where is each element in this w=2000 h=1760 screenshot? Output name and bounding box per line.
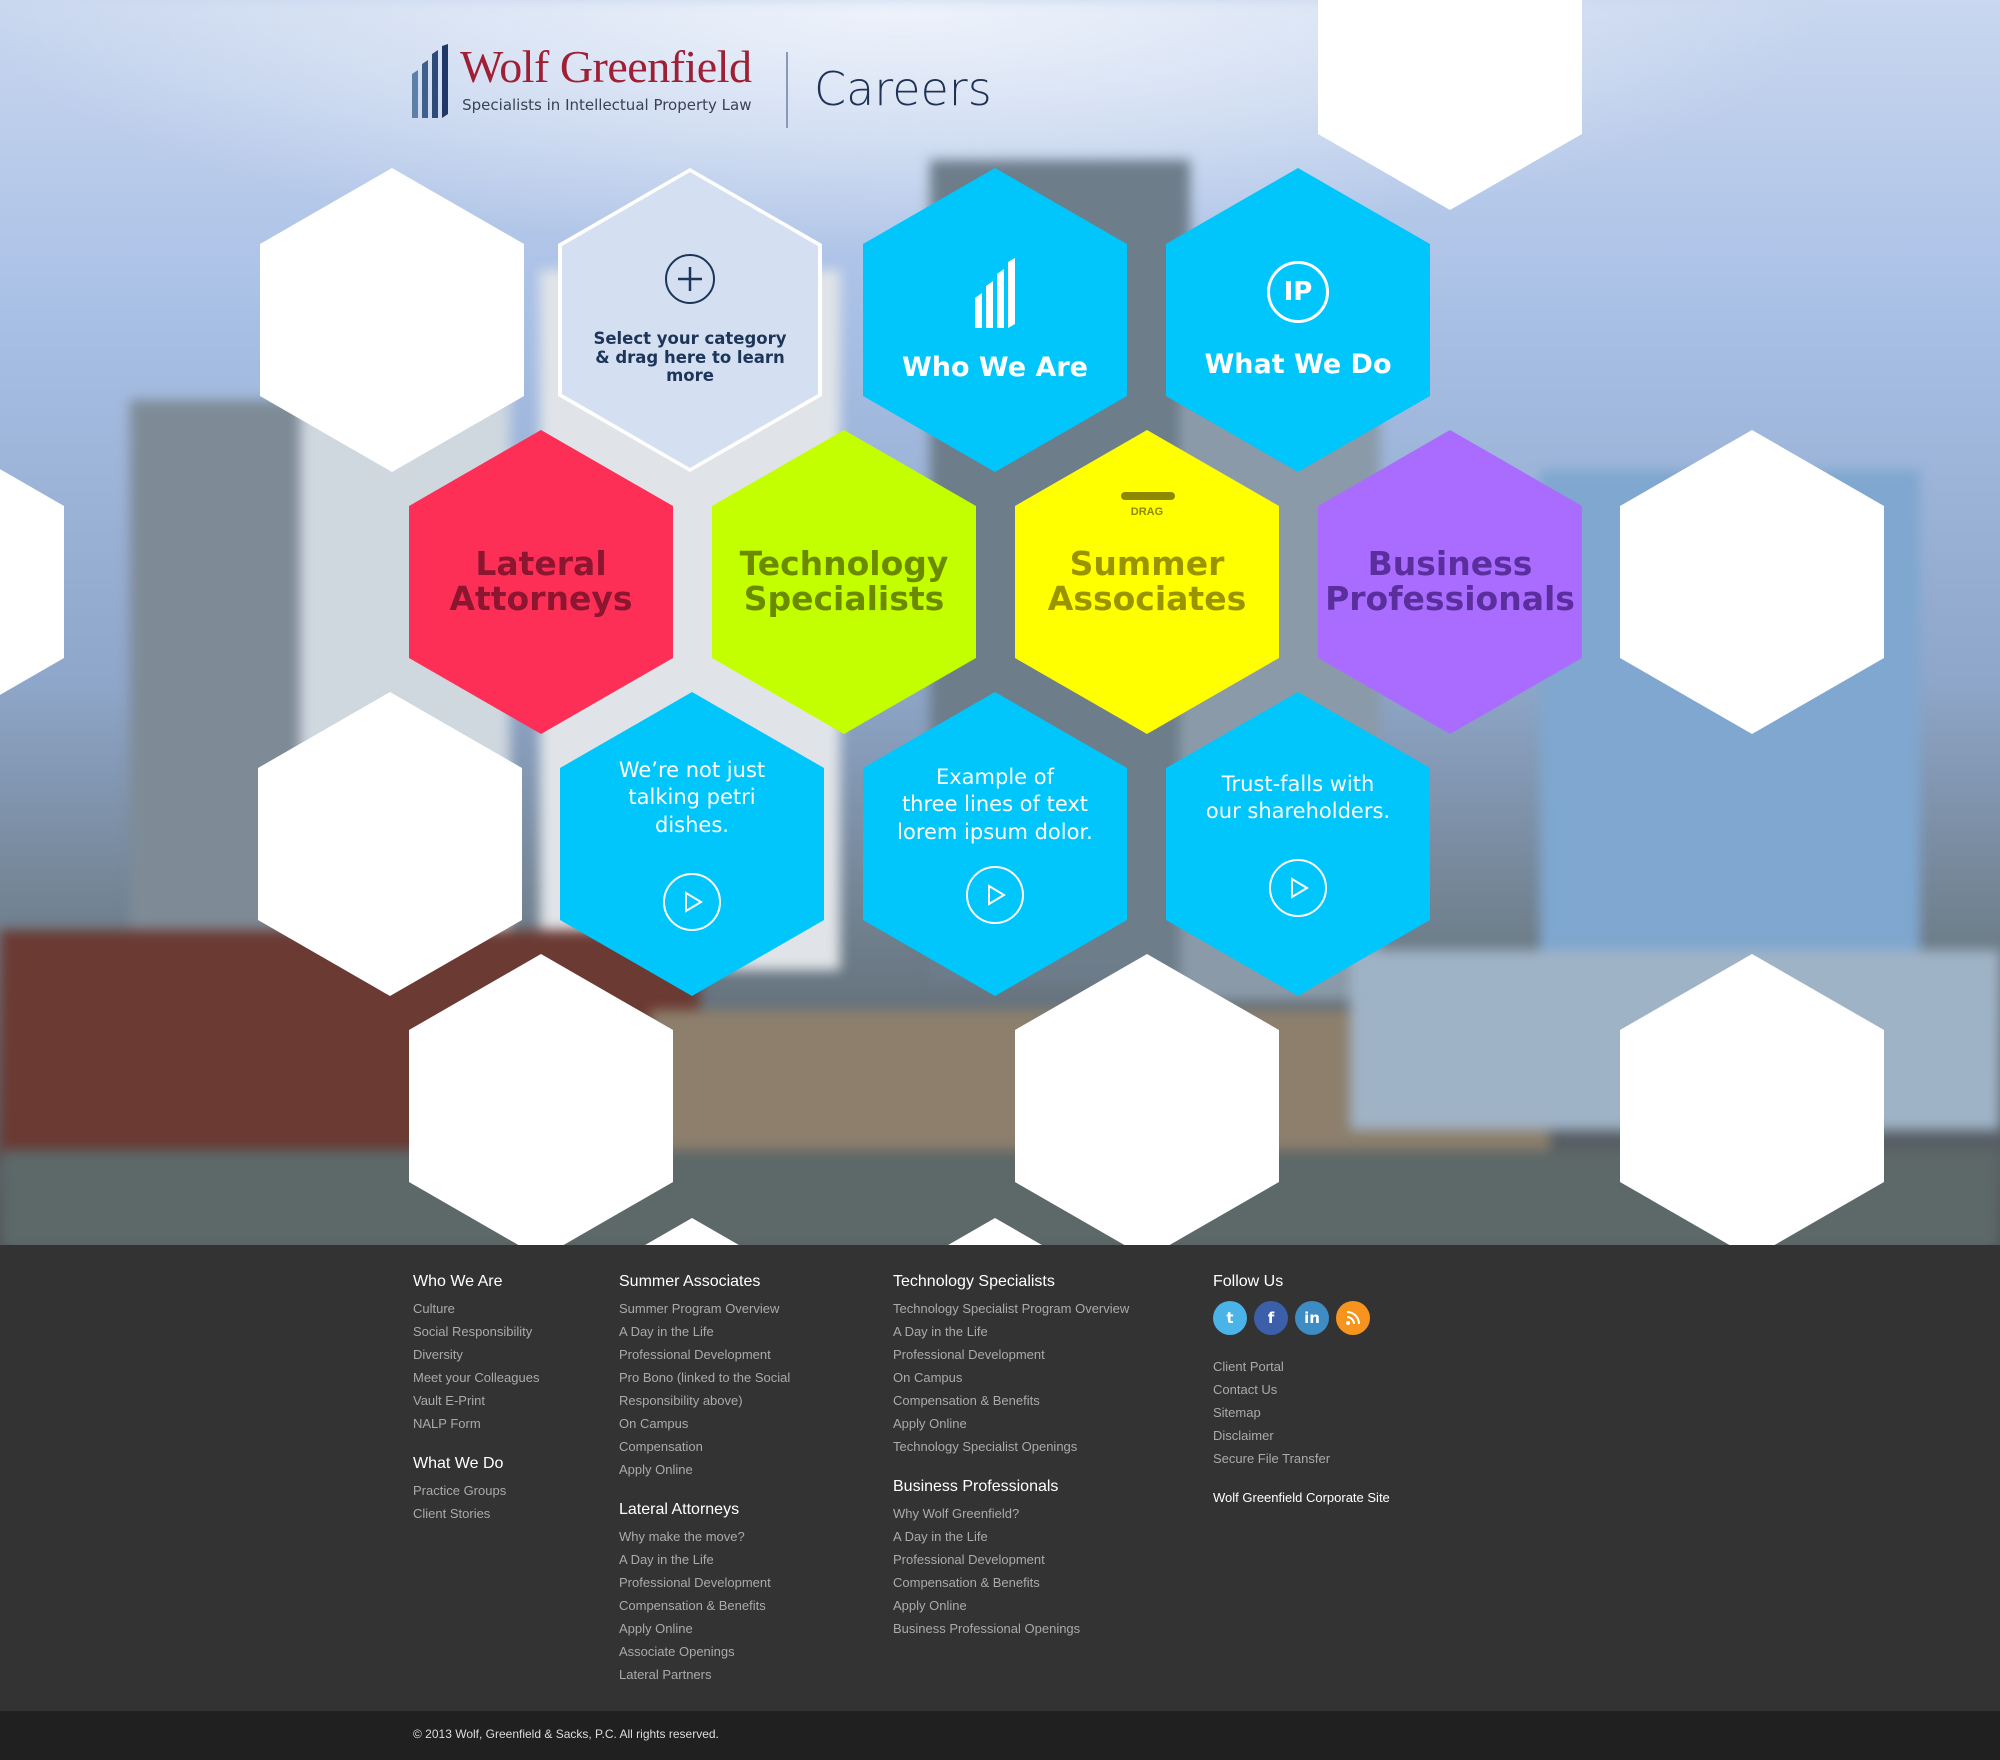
footer-link-list: Practice Groups Client Stories [413,1479,539,1525]
header-divider [786,52,788,128]
footer-link[interactable]: NALP Form [413,1412,539,1435]
footer-heading[interactable]: What We Do [413,1455,539,1473]
footer-link[interactable]: Sitemap [1213,1401,1390,1424]
category-label: Technology Specialists [739,544,949,618]
footer-link[interactable]: Client Portal [1213,1355,1390,1378]
footer-link[interactable]: Social Responsibility [413,1320,539,1343]
hero-background: Wolf Greenfield Specialists in Intellect… [0,0,2000,1245]
what-we-do-label: What We Do [1204,348,1392,380]
footer-link-list: Summer Program Overview A Day in the Life… [619,1297,790,1481]
footer-link[interactable]: A Day in the Life [619,1320,790,1343]
footer-link[interactable]: Diversity [413,1343,539,1366]
footer-link[interactable]: Associate Openings [619,1640,790,1663]
footer-link[interactable]: Pro Bono (linked to the Social [619,1366,790,1389]
footer-column-2: Summer Associates Summer Program Overvie… [619,1273,790,1706]
footer-link[interactable]: Vault E-Print [413,1389,539,1412]
bars-logo-icon [975,257,1015,328]
footer-link[interactable]: Summer Program Overview [619,1297,790,1320]
brand-logo[interactable]: Wolf Greenfield Specialists in Intellect… [410,44,752,134]
footer-link[interactable]: Practice Groups [413,1479,539,1502]
footer-link-list: Why Wolf Greenfield? A Day in the Life Pro… [893,1502,1129,1640]
video-caption: Example of three lines of text lorem ips… [897,765,1093,844]
drag-hint: DRAG [1130,506,1164,518]
copyright-bar: © 2013 Wolf, Greenfield & Sacks, P.C. Al… [0,1711,2000,1760]
footer-link-list: Why make the move? A Day in the Life Profe… [619,1525,790,1686]
ip-icon-text: IP [1283,276,1313,307]
footer-link[interactable]: Meet your Colleagues [413,1366,539,1389]
footer-link[interactable]: A Day in the Life [619,1548,790,1571]
footer-link[interactable]: Technology Specialist Openings [893,1435,1129,1458]
category-label: Summer Associates [1047,544,1247,618]
footer-link[interactable]: Client Stories [413,1502,539,1525]
play-button-icon[interactable] [966,865,1024,924]
footer-heading[interactable]: Summer Associates [619,1273,790,1291]
page-title: Careers [814,62,992,116]
footer-link[interactable]: Compensation & Benefits [619,1594,790,1617]
footer-link-list: Culture Social Responsibility Diversity Mee… [413,1297,539,1435]
logo-bars-icon [412,44,448,118]
footer-link[interactable]: On Campus [893,1366,1129,1389]
linkedin-icon[interactable]: in [1295,1301,1329,1335]
copyright-text: © 2013 Wolf, Greenfield & Sacks, P.C. Al… [413,1727,719,1741]
drop-zone-text: Select your category & drag here to lear… [593,328,787,386]
site-footer: Who We Are Culture Social Responsibility D… [0,1245,2000,1711]
footer-heading[interactable]: Lateral Attorneys [619,1501,790,1519]
footer-link-list: Technology Specialist Program Overview A … [893,1297,1129,1458]
footer-link[interactable]: Apply Online [893,1594,1129,1617]
footer-link[interactable]: Professional Development [619,1571,790,1594]
category-label: Lateral Attorneys [449,544,633,618]
add-circle-icon [665,253,715,304]
footer-link[interactable]: Why Wolf Greenfield? [893,1502,1129,1525]
footer-link[interactable]: On Campus [619,1412,790,1435]
footer-link-list: Client Portal Contact Us Sitemap Disclaimer… [1213,1355,1390,1470]
brand-name: Wolf Greenfield [460,41,752,92]
social-icons: t f in [1213,1301,1390,1335]
footer-column-follow: Follow Us t f in Client Portal Contact Us Si… [1213,1273,1390,1505]
footer-link[interactable]: Disclaimer [1213,1424,1390,1447]
footer-link[interactable]: Secure File Transfer [1213,1447,1390,1470]
ip-icon: IP [1267,260,1329,323]
footer-column-1: Who We Are Culture Social Responsibility D… [413,1273,539,1545]
footer-link[interactable]: Professional Development [619,1343,790,1366]
who-we-are-label: Who We Are [901,351,1088,383]
footer-link[interactable]: Responsibility above) [619,1389,790,1412]
footer-link[interactable]: Compensation & Benefits [893,1389,1129,1412]
facebook-icon[interactable]: f [1254,1301,1288,1335]
decorative-hex [0,430,64,734]
footer-link[interactable]: Apply Online [619,1617,790,1640]
footer-link[interactable]: Professional Development [893,1548,1129,1571]
category-label: Business Professionals [1325,544,1575,618]
footer-link[interactable]: Compensation & Benefits [893,1571,1129,1594]
video-caption: Trust-falls with our shareholders. [1205,771,1391,823]
corporate-site-link[interactable]: Wolf Greenfield Corporate Site [1213,1490,1390,1505]
footer-link[interactable]: Contact Us [1213,1378,1390,1401]
footer-link[interactable]: Professional Development [893,1343,1129,1366]
footer-heading[interactable]: Who We Are [413,1273,539,1291]
footer-link[interactable]: A Day in the Life [893,1320,1129,1343]
footer-column-3: Technology Specialists Technology Specia… [893,1273,1129,1660]
play-button-icon[interactable] [1269,859,1327,918]
brand-tagline: Specialists in Intellectual Property Law [462,96,752,114]
footer-heading[interactable]: Technology Specialists [893,1273,1129,1291]
footer-link[interactable]: Technology Specialist Program Overview [893,1297,1129,1320]
twitter-icon[interactable]: t [1213,1301,1247,1335]
video-caption: We’re not just talking petri dishes. [618,758,766,837]
play-button-icon[interactable] [663,872,721,931]
footer-link[interactable]: Apply Online [893,1412,1129,1435]
footer-link[interactable]: A Day in the Life [893,1525,1129,1548]
footer-link[interactable]: Business Professional Openings [893,1617,1129,1640]
footer-link[interactable]: Compensation [619,1435,790,1458]
drag-handle[interactable] [1121,492,1175,500]
footer-link[interactable]: Lateral Partners [619,1663,790,1686]
rss-icon[interactable] [1336,1301,1370,1335]
footer-link[interactable]: Why make the move? [619,1525,790,1548]
footer-heading[interactable]: Business Professionals [893,1478,1129,1496]
footer-link[interactable]: Apply Online [619,1458,790,1481]
footer-link[interactable]: Culture [413,1297,539,1320]
follow-us-heading: Follow Us [1213,1273,1284,1290]
